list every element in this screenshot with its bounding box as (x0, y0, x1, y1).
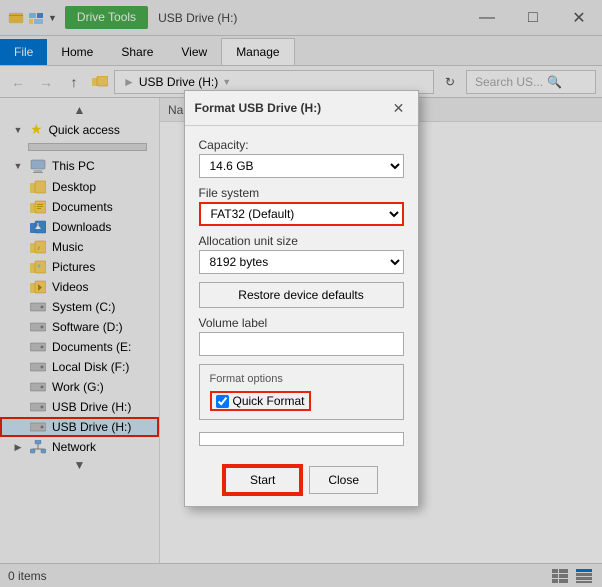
modal-footer: Start Close (185, 458, 418, 506)
filesystem-section: File system FAT32 (Default) NTFS exFAT (199, 186, 404, 226)
start-button[interactable]: Start (224, 466, 301, 494)
quick-format-row: Quick Format (210, 391, 393, 411)
quick-format-label: Quick Format (233, 394, 305, 408)
modal-titlebar: Format USB Drive (H:) ✕ (185, 91, 418, 126)
volume-label-input[interactable] (199, 332, 404, 356)
modal-close-icon-button[interactable]: ✕ (390, 99, 408, 117)
modal-title: Format USB Drive (H:) (195, 101, 322, 115)
format-progress-bar (199, 432, 404, 446)
restore-defaults-button[interactable]: Restore device defaults (199, 282, 404, 308)
close-modal-button[interactable]: Close (309, 466, 378, 494)
filesystem-label: File system (199, 186, 404, 200)
allocation-label: Allocation unit size (199, 234, 404, 248)
volume-label-label: Volume label (199, 316, 404, 330)
allocation-select-wrapper: 512 bytes 1024 bytes 2048 bytes 4096 byt… (199, 250, 404, 274)
quick-format-checkbox-wrapper: Quick Format (210, 391, 311, 411)
filesystem-select-wrapper: FAT32 (Default) NTFS exFAT (199, 202, 404, 226)
allocation-section: Allocation unit size 512 bytes 1024 byte… (199, 234, 404, 274)
volume-label-section: Volume label (199, 316, 404, 356)
capacity-label: Capacity: (199, 138, 404, 152)
quick-format-checkbox[interactable] (216, 395, 229, 408)
capacity-select[interactable]: 14.6 GB (199, 154, 404, 178)
modal-overlay: Format USB Drive (H:) ✕ Capacity: 14.6 G… (0, 0, 602, 587)
format-options-label: Format options (210, 373, 393, 385)
format-options-group: Format options Quick Format (199, 364, 404, 420)
filesystem-select[interactable]: FAT32 (Default) NTFS exFAT (199, 202, 404, 226)
allocation-select[interactable]: 512 bytes 1024 bytes 2048 bytes 4096 byt… (199, 250, 404, 274)
capacity-select-wrapper: 14.6 GB (199, 154, 404, 178)
capacity-section: Capacity: 14.6 GB (199, 138, 404, 178)
format-dialog: Format USB Drive (H:) ✕ Capacity: 14.6 G… (184, 90, 419, 507)
modal-body: Capacity: 14.6 GB File system FAT32 (Def… (185, 126, 418, 458)
